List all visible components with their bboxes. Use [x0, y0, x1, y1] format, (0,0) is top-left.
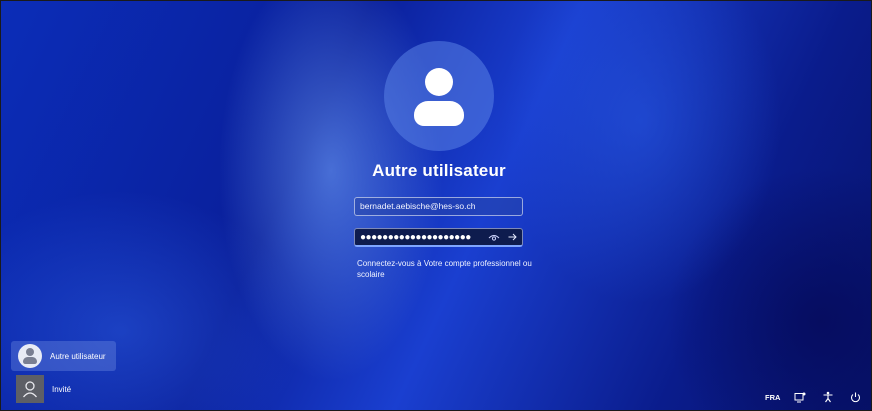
user-avatar	[384, 41, 494, 151]
arrow-right-icon	[508, 233, 517, 241]
switch-user-label: Autre utilisateur	[50, 351, 106, 361]
avatar-body	[414, 101, 464, 126]
switch-user-other[interactable]: Autre utilisateur	[11, 341, 116, 371]
network-icon[interactable]	[793, 389, 807, 405]
language-indicator[interactable]: FRA	[765, 389, 780, 405]
switch-user-guest[interactable]: Invité	[11, 374, 116, 404]
accessibility-icon[interactable]	[821, 389, 835, 405]
submit-arrow-button[interactable]	[504, 229, 521, 245]
username-title: Autre utilisateur	[372, 161, 506, 180]
email-field[interactable]: bernadet.aebische@hes-so.ch	[354, 197, 523, 216]
avatar-head	[425, 68, 453, 96]
guest-icon	[16, 375, 44, 403]
lock-screen: Autre utilisateur bernadet.aebische@hes-…	[0, 0, 872, 411]
switch-user-label: Invité	[52, 384, 72, 394]
password-value: ●●●●●●●●●●●●●●●●●●●●	[360, 232, 471, 243]
sign-in-hint: Connectez-vous à Votre compte profession…	[357, 259, 532, 279]
reveal-password-icon[interactable]	[488, 232, 500, 243]
user-icon	[18, 344, 42, 368]
password-field[interactable]: ●●●●●●●●●●●●●●●●●●●●	[354, 228, 523, 247]
power-icon[interactable]	[848, 389, 862, 405]
